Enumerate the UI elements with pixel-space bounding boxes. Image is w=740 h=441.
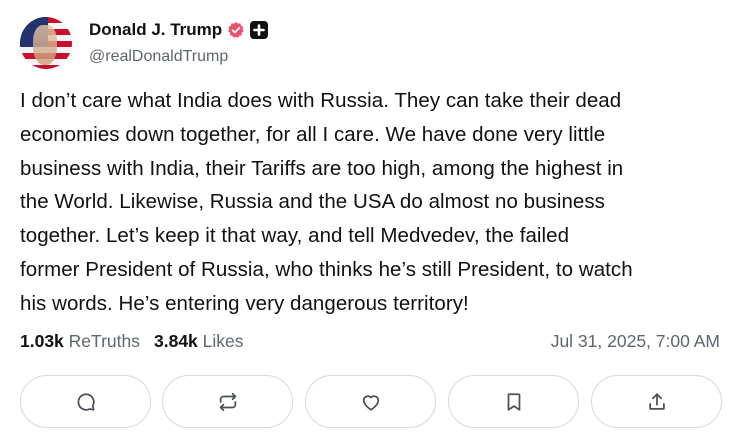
reply-button[interactable]	[20, 375, 151, 428]
avatar[interactable]	[20, 17, 72, 69]
bookmark-button[interactable]	[448, 375, 579, 428]
likes-stat[interactable]: 3.84k Likes	[154, 331, 244, 351]
user-handle[interactable]: @realDonaldTrump	[89, 48, 228, 66]
plus-badge-icon	[250, 21, 268, 39]
like-icon	[362, 394, 379, 411]
post-text-line: former President of Russia, who thinks h…	[20, 257, 633, 281]
post-text-line: I don’t care what India does with Russia…	[20, 89, 622, 112]
display-name[interactable]: Donald J. Trump	[89, 20, 222, 40]
engagement-stats: 1.03k ReTruths 3.84k Likes	[20, 331, 244, 352]
likes-label: Likes	[202, 331, 244, 351]
reply-icon	[77, 392, 95, 411]
retruths-stat[interactable]: 1.03k ReTruths	[20, 331, 140, 351]
share-button[interactable]	[591, 375, 722, 428]
post-text-line: the World. Likewise, Russia and the USA …	[20, 190, 605, 214]
post-text-line: his words. He’s entering very dangerous …	[20, 291, 469, 315]
post-text: I don’t care what India does with Russia…	[20, 84, 732, 321]
post-text-line: economies down together, for all I care.…	[20, 122, 606, 146]
verified-badge-icon	[228, 22, 244, 38]
likes-count: 3.84k	[154, 331, 198, 351]
retruth-icon	[219, 392, 236, 411]
bookmark-icon	[507, 392, 520, 411]
share-icon	[648, 392, 665, 410]
like-button[interactable]	[305, 375, 436, 428]
retruths-label: ReTruths	[68, 331, 140, 351]
post-text-line: together. Let’s keep it that way, and te…	[20, 224, 570, 248]
retruths-count: 1.03k	[20, 331, 64, 351]
post-text-line: business with India, their Tariffs are t…	[20, 156, 624, 180]
retruth-button[interactable]	[162, 375, 293, 428]
post-timestamp[interactable]: Jul 31, 2025, 7:00 AM	[551, 331, 720, 352]
